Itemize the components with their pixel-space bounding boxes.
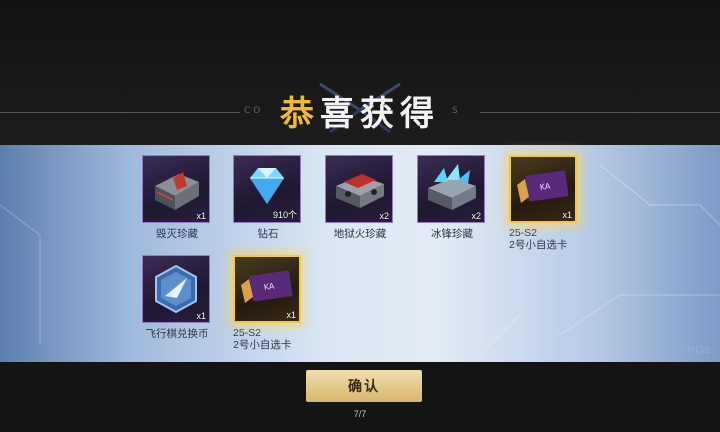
svg-text:KA: KA bbox=[539, 182, 551, 192]
reward-item-4[interactable]: x2 冰锋珍藏 bbox=[417, 155, 487, 240]
page-title: 恭喜获得 bbox=[0, 86, 720, 135]
item-name-line1: 25-S2 bbox=[233, 327, 262, 339]
item-name-line1: 25-S2 bbox=[509, 227, 538, 239]
item-count: x2 bbox=[471, 211, 481, 221]
reward-frame: x2 bbox=[325, 155, 393, 223]
item-name-line2: 2号小自选卡 bbox=[233, 339, 292, 351]
reward-frame: 910个 bbox=[233, 155, 301, 223]
reward-item-5[interactable]: KA x1 25-S2 2号小自选卡 bbox=[509, 155, 579, 251]
item-count: x2 bbox=[379, 211, 389, 221]
reward-item-1[interactable]: x1 毁灭珍藏 bbox=[142, 155, 212, 240]
item-count: x1 bbox=[196, 211, 206, 221]
item-count: x1 bbox=[562, 210, 572, 220]
item-count: 910个 bbox=[272, 210, 297, 220]
item-name: 钻石 bbox=[257, 228, 279, 240]
panel-watermark: CROS bbox=[679, 345, 712, 356]
reward-frame: x1 bbox=[142, 155, 210, 223]
item-name: 冰锋珍藏 bbox=[431, 228, 473, 240]
title-first-char: 恭 bbox=[280, 95, 320, 133]
reward-item-7[interactable]: KA x1 25-S2 2号小自选卡 bbox=[233, 255, 303, 351]
svg-text:KA: KA bbox=[263, 282, 275, 292]
title-rest: 喜获得 bbox=[320, 95, 440, 133]
item-count: x1 bbox=[196, 311, 206, 321]
item-name: 地狱火珍藏 bbox=[333, 228, 387, 240]
reward-frame-highlighted: KA x1 bbox=[509, 155, 577, 223]
reward-frame: x1 bbox=[142, 255, 210, 323]
reward-frame: x2 bbox=[417, 155, 485, 223]
title-banner: CO S 恭喜获得 bbox=[0, 80, 720, 140]
reward-item-3[interactable]: x2 地狱火珍藏 bbox=[325, 155, 395, 240]
page-indicator: 7/7 bbox=[353, 409, 367, 419]
reward-frame-highlighted: KA x1 bbox=[233, 255, 301, 323]
item-name: 飞行棋兑换币 bbox=[145, 328, 209, 340]
reward-item-6[interactable]: x1 飞行棋兑换币 bbox=[142, 255, 212, 340]
item-name: 毁灭珍藏 bbox=[156, 228, 198, 240]
item-name-line2: 2号小自选卡 bbox=[509, 239, 568, 251]
reward-item-2[interactable]: 910个 钻石 bbox=[233, 155, 303, 240]
item-count: x1 bbox=[286, 310, 296, 320]
confirm-button[interactable]: 确认 bbox=[306, 370, 422, 402]
